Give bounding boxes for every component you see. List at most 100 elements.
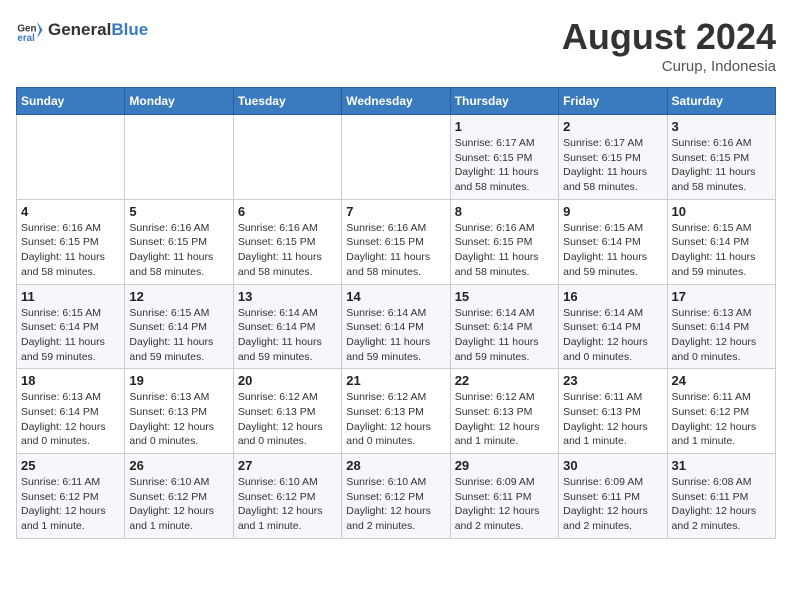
day-number: 11 [21,289,120,304]
day-info: Sunrise: 6:16 AMSunset: 6:15 PMDaylight:… [455,221,554,280]
day-number: 17 [672,289,771,304]
calendar-cell: 25 Sunrise: 6:11 AMSunset: 6:12 PMDayligh… [17,454,125,539]
day-number: 24 [672,373,771,388]
day-number: 6 [238,204,337,219]
calendar-cell: 10 Sunrise: 6:15 AMSunset: 6:14 PMDayligh… [667,199,775,284]
day-number: 12 [129,289,228,304]
calendar-cell: 4Sunrise: 6:16 AMSunset: 6:15 PMDaylight… [17,199,125,284]
weekday-header: Thursday [450,88,558,115]
day-info: Sunrise: 6:12 AMSunset: 6:13 PMDaylight:… [346,390,445,449]
day-number: 30 [563,458,662,473]
logo-icon: Gen eral [16,16,44,44]
day-number: 26 [129,458,228,473]
calendar-cell: 30 Sunrise: 6:09 AMSunset: 6:11 PMDayligh… [559,454,667,539]
day-number: 15 [455,289,554,304]
day-info: Sunrise: 6:16 AMSunset: 6:15 PMDaylight:… [238,221,337,280]
calendar-header-row: SundayMondayTuesdayWednesdayThursdayFrid… [17,88,776,115]
day-info: Sunrise: 6:15 AMSunset: 6:14 PMDaylight:… [129,306,228,365]
calendar-cell: 28 Sunrise: 6:10 AMSunset: 6:12 PMDayligh… [342,454,450,539]
calendar-cell: 3 Sunrise: 6:16 AMSunset: 6:15 PMDaylight… [667,115,775,200]
day-number: 25 [21,458,120,473]
weekday-header: Monday [125,88,233,115]
calendar-cell [125,115,233,200]
calendar-cell: 2 Sunrise: 6:17 AMSunset: 6:15 PMDaylight… [559,115,667,200]
calendar-cell: 19 Sunrise: 6:13 AMSunset: 6:13 PMDayligh… [125,369,233,454]
day-number: 18 [21,373,120,388]
calendar-week-row: 18 Sunrise: 6:13 AMSunset: 6:14 PMDayligh… [17,369,776,454]
day-info: Sunrise: 6:13 AMSunset: 6:14 PMDaylight:… [21,390,120,449]
calendar-cell: 9 Sunrise: 6:15 AMSunset: 6:14 PMDaylight… [559,199,667,284]
day-info: Sunrise: 6:11 AMSunset: 6:12 PMDaylight:… [672,390,771,449]
logo-text: GeneralBlue [48,20,148,40]
weekday-header: Sunday [17,88,125,115]
day-info: Sunrise: 6:11 AMSunset: 6:13 PMDaylight:… [563,390,662,449]
day-info: Sunrise: 6:17 AMSunset: 6:15 PMDaylight:… [563,136,662,195]
day-number: 2 [563,119,662,134]
calendar-week-row: 11 Sunrise: 6:15 AMSunset: 6:14 PMDayligh… [17,284,776,369]
calendar-table: SundayMondayTuesdayWednesdayThursdayFrid… [16,87,776,539]
calendar-week-row: 25 Sunrise: 6:11 AMSunset: 6:12 PMDayligh… [17,454,776,539]
calendar-cell: 23 Sunrise: 6:11 AMSunset: 6:13 PMDayligh… [559,369,667,454]
day-number: 5 [129,204,228,219]
calendar-cell: 1Sunrise: 6:17 AMSunset: 6:15 PMDaylight… [450,115,558,200]
calendar-cell: 14 Sunrise: 6:14 AMSunset: 6:14 PMDayligh… [342,284,450,369]
day-number: 13 [238,289,337,304]
month-year-title: August 2024 [562,16,776,58]
calendar-cell: 6 Sunrise: 6:16 AMSunset: 6:15 PMDaylight… [233,199,341,284]
day-info: Sunrise: 6:10 AMSunset: 6:12 PMDaylight:… [238,475,337,534]
weekday-header: Saturday [667,88,775,115]
day-info: Sunrise: 6:10 AMSunset: 6:12 PMDaylight:… [129,475,228,534]
day-number: 9 [563,204,662,219]
day-info: Sunrise: 6:16 AMSunset: 6:15 PMDaylight:… [21,221,120,280]
day-info: Sunrise: 6:12 AMSunset: 6:13 PMDaylight:… [455,390,554,449]
day-info: Sunrise: 6:14 AMSunset: 6:14 PMDaylight:… [455,306,554,365]
day-number: 28 [346,458,445,473]
day-info: Sunrise: 6:11 AMSunset: 6:12 PMDaylight:… [21,475,120,534]
page-header: Gen eral GeneralBlue August 2024 Curup, … [16,16,776,75]
day-number: 29 [455,458,554,473]
weekday-header: Tuesday [233,88,341,115]
day-info: Sunrise: 6:15 AMSunset: 6:14 PMDaylight:… [563,221,662,280]
calendar-cell: 8 Sunrise: 6:16 AMSunset: 6:15 PMDaylight… [450,199,558,284]
day-info: Sunrise: 6:16 AMSunset: 6:15 PMDaylight:… [346,221,445,280]
day-number: 19 [129,373,228,388]
day-number: 23 [563,373,662,388]
day-info: Sunrise: 6:16 AMSunset: 6:15 PMDaylight:… [672,136,771,195]
day-info: Sunrise: 6:08 AMSunset: 6:11 PMDaylight:… [672,475,771,534]
day-info: Sunrise: 6:09 AMSunset: 6:11 PMDaylight:… [563,475,662,534]
day-number: 22 [455,373,554,388]
svg-text:eral: eral [17,33,35,44]
day-info: Sunrise: 6:13 AMSunset: 6:13 PMDaylight:… [129,390,228,449]
calendar-cell: 29 Sunrise: 6:09 AMSunset: 6:11 PMDayligh… [450,454,558,539]
day-info: Sunrise: 6:09 AMSunset: 6:11 PMDaylight:… [455,475,554,534]
calendar-cell: 26 Sunrise: 6:10 AMSunset: 6:12 PMDayligh… [125,454,233,539]
day-number: 8 [455,204,554,219]
calendar-cell: 15 Sunrise: 6:14 AMSunset: 6:14 PMDayligh… [450,284,558,369]
calendar-cell: 17Sunrise: 6:13 AMSunset: 6:14 PMDayligh… [667,284,775,369]
day-number: 31 [672,458,771,473]
calendar-cell [17,115,125,200]
day-number: 1 [455,119,554,134]
calendar-cell: 5Sunrise: 6:16 AMSunset: 6:15 PMDaylight… [125,199,233,284]
day-number: 14 [346,289,445,304]
calendar-cell: 24 Sunrise: 6:11 AMSunset: 6:12 PMDayligh… [667,369,775,454]
day-info: Sunrise: 6:14 AMSunset: 6:14 PMDaylight:… [563,306,662,365]
day-number: 10 [672,204,771,219]
day-number: 16 [563,289,662,304]
day-info: Sunrise: 6:12 AMSunset: 6:13 PMDaylight:… [238,390,337,449]
calendar-cell: 18 Sunrise: 6:13 AMSunset: 6:14 PMDayligh… [17,369,125,454]
day-info: Sunrise: 6:15 AMSunset: 6:14 PMDaylight:… [21,306,120,365]
calendar-cell: 21 Sunrise: 6:12 AMSunset: 6:13 PMDayligh… [342,369,450,454]
calendar-cell: 27 Sunrise: 6:10 AMSunset: 6:12 PMDayligh… [233,454,341,539]
calendar-cell: 11 Sunrise: 6:15 AMSunset: 6:14 PMDayligh… [17,284,125,369]
weekday-header: Wednesday [342,88,450,115]
day-info: Sunrise: 6:10 AMSunset: 6:12 PMDaylight:… [346,475,445,534]
day-info: Sunrise: 6:15 AMSunset: 6:14 PMDaylight:… [672,221,771,280]
day-number: 27 [238,458,337,473]
day-info: Sunrise: 6:14 AMSunset: 6:14 PMDaylight:… [346,306,445,365]
day-number: 3 [672,119,771,134]
logo: Gen eral GeneralBlue [16,16,148,44]
day-number: 21 [346,373,445,388]
calendar-cell: 20Sunrise: 6:12 AMSunset: 6:13 PMDayligh… [233,369,341,454]
calendar-cell: 12 Sunrise: 6:15 AMSunset: 6:14 PMDayligh… [125,284,233,369]
